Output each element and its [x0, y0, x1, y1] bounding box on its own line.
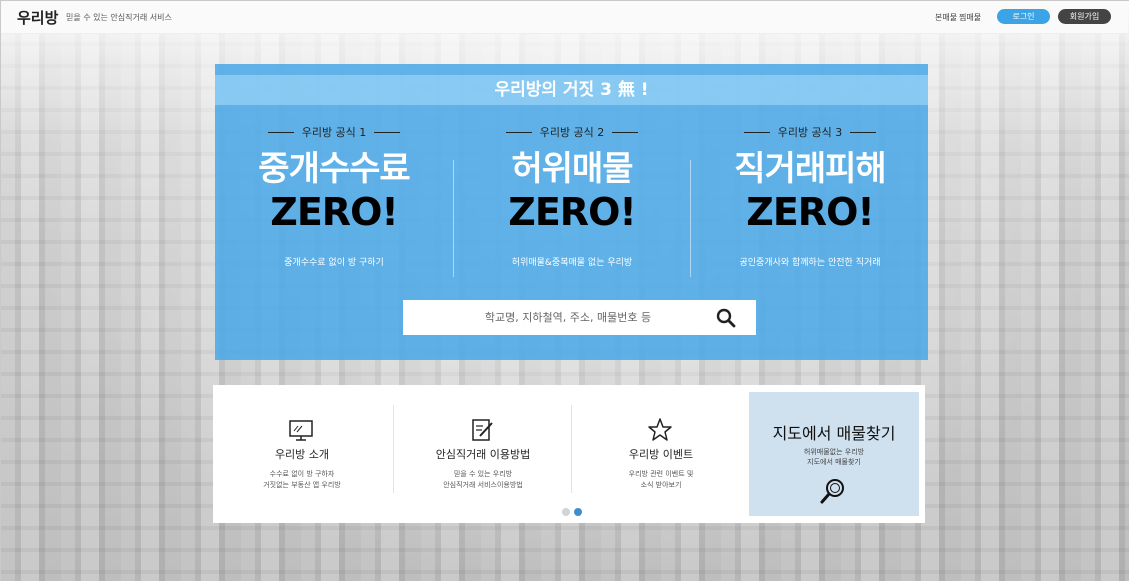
feature-panel: 우리방 소개 수수료 없이 방 구하자 거짓없는 부동산 앱 우리방 안심직거래…	[213, 385, 925, 523]
formula-column-3: 우리방 공식 3 직거래피해 ZERO! 공인중개사와 함께하는 안전한 직거래	[691, 124, 928, 268]
formula-headline: 중개수수료	[258, 149, 410, 189]
magnifier-icon	[820, 479, 844, 504]
zero-label: ZERO!	[746, 190, 874, 234]
hero-headline: 우리방의 거짓 3 無 !	[215, 75, 928, 105]
formula-headline: 직거래피해	[734, 149, 886, 189]
card-title: 우리방 소개	[274, 448, 330, 461]
card-intro[interactable]: 우리방 소개 수수료 없이 방 구하자 거짓없는 부동산 앱 우리방	[213, 385, 391, 515]
dash-decoration	[850, 131, 877, 133]
formula-headline: 허위매물	[511, 149, 633, 189]
top-header: 우리방 믿을 수 있는 안심직거래 서비스 본매물 찜매물 로그인 회원가입	[1, 1, 1128, 34]
zero-label: ZERO!	[508, 190, 636, 234]
search-input[interactable]	[403, 300, 703, 335]
pagination-dot-active[interactable]	[574, 508, 582, 516]
formula-description: 공인중개사와 함께하는 안전한 직거래	[739, 258, 881, 268]
card-description-line: 수수료 없이 방 구하자	[269, 470, 335, 478]
dash-decoration	[505, 131, 532, 133]
map-card-title: 지도에서 매물찾기	[772, 424, 896, 443]
nav-link-viewed[interactable]: 본매물	[935, 12, 957, 23]
star-icon	[648, 418, 672, 441]
signup-button[interactable]: 회원가입	[1058, 9, 1111, 24]
formula-text: 우리방 공식 2	[539, 126, 605, 139]
hero-banner: 우리방의 거짓 3 無 ! 우리방 공식 1 중개수수료 ZERO! 중개수수료…	[215, 64, 928, 360]
dash-decoration	[267, 131, 294, 133]
card-description-line: 우리방 관련 이벤트 및	[628, 470, 694, 478]
login-button[interactable]: 로그인	[997, 9, 1050, 24]
dash-decoration	[612, 131, 639, 133]
card-description-line: 거짓없는 부동산 앱 우리방	[263, 481, 341, 489]
site-tagline: 믿을 수 있는 안심직거래 서비스	[66, 13, 172, 22]
card-description: 수수료 없이 방 구하자 거짓없는 부동산 앱 우리방	[213, 469, 391, 491]
card-events[interactable]: 우리방 이벤트 우리방 관련 이벤트 및 소식 받아보기	[572, 385, 750, 515]
formula-column-1: 우리방 공식 1 중개수수료 ZERO! 중개수수료 없이 방 구하기	[215, 124, 453, 268]
formula-text: 우리방 공식 1	[301, 126, 367, 139]
formula-description: 중개수수료 없이 방 구하기	[284, 258, 384, 268]
formula-label: 우리방 공식 1	[215, 124, 453, 140]
formula-label: 우리방 공식 3	[691, 124, 928, 140]
dash-decoration	[374, 131, 401, 133]
card-title: 안심직거래 이용방법	[435, 448, 531, 461]
search-icon[interactable]	[716, 308, 736, 328]
card-description-line: 안심직거래 서비스이용방법	[443, 481, 523, 489]
map-card-line: 지도에서 매물찾기	[807, 458, 861, 466]
monitor-icon	[289, 420, 313, 441]
card-description: 우리방 관련 이벤트 및 소식 받아보기	[572, 469, 750, 491]
map-search-card[interactable]: 지도에서 매물찾기 허위매물없는 우리방 지도에서 매물찾기	[749, 392, 919, 516]
card-description-line: 소식 받아보기	[640, 481, 682, 489]
formula-column-2: 우리방 공식 2 허위매물 ZERO! 허위매물&중복매물 없는 우리방	[453, 124, 691, 268]
map-card-line: 허위매물없는 우리방	[803, 448, 865, 456]
edit-document-icon	[472, 419, 493, 441]
pagination-dot[interactable]	[562, 508, 570, 516]
formula-description: 허위매물&중복매물 없는 우리방	[511, 258, 633, 268]
search-bar	[403, 300, 756, 335]
card-title: 우리방 이벤트	[628, 448, 694, 461]
formula-label: 우리방 공식 2	[453, 124, 691, 140]
carousel-pagination	[562, 508, 582, 516]
card-description-line: 믿을 수 있는 우리방	[453, 470, 513, 478]
card-safe-trade-guide[interactable]: 안심직거래 이용방법 믿을 수 있는 우리방 안심직거래 서비스이용방법	[394, 385, 572, 515]
zero-label: ZERO!	[270, 190, 398, 234]
site-logo[interactable]: 우리방	[17, 7, 58, 28]
map-card-description: 허위매물없는 우리방 지도에서 매물찾기	[749, 447, 919, 467]
nav-link-favorites[interactable]: 찜매물	[959, 12, 981, 23]
dash-decoration	[743, 131, 770, 133]
card-description: 믿을 수 있는 우리방 안심직거래 서비스이용방법	[394, 469, 572, 491]
formula-text: 우리방 공식 3	[777, 126, 843, 139]
